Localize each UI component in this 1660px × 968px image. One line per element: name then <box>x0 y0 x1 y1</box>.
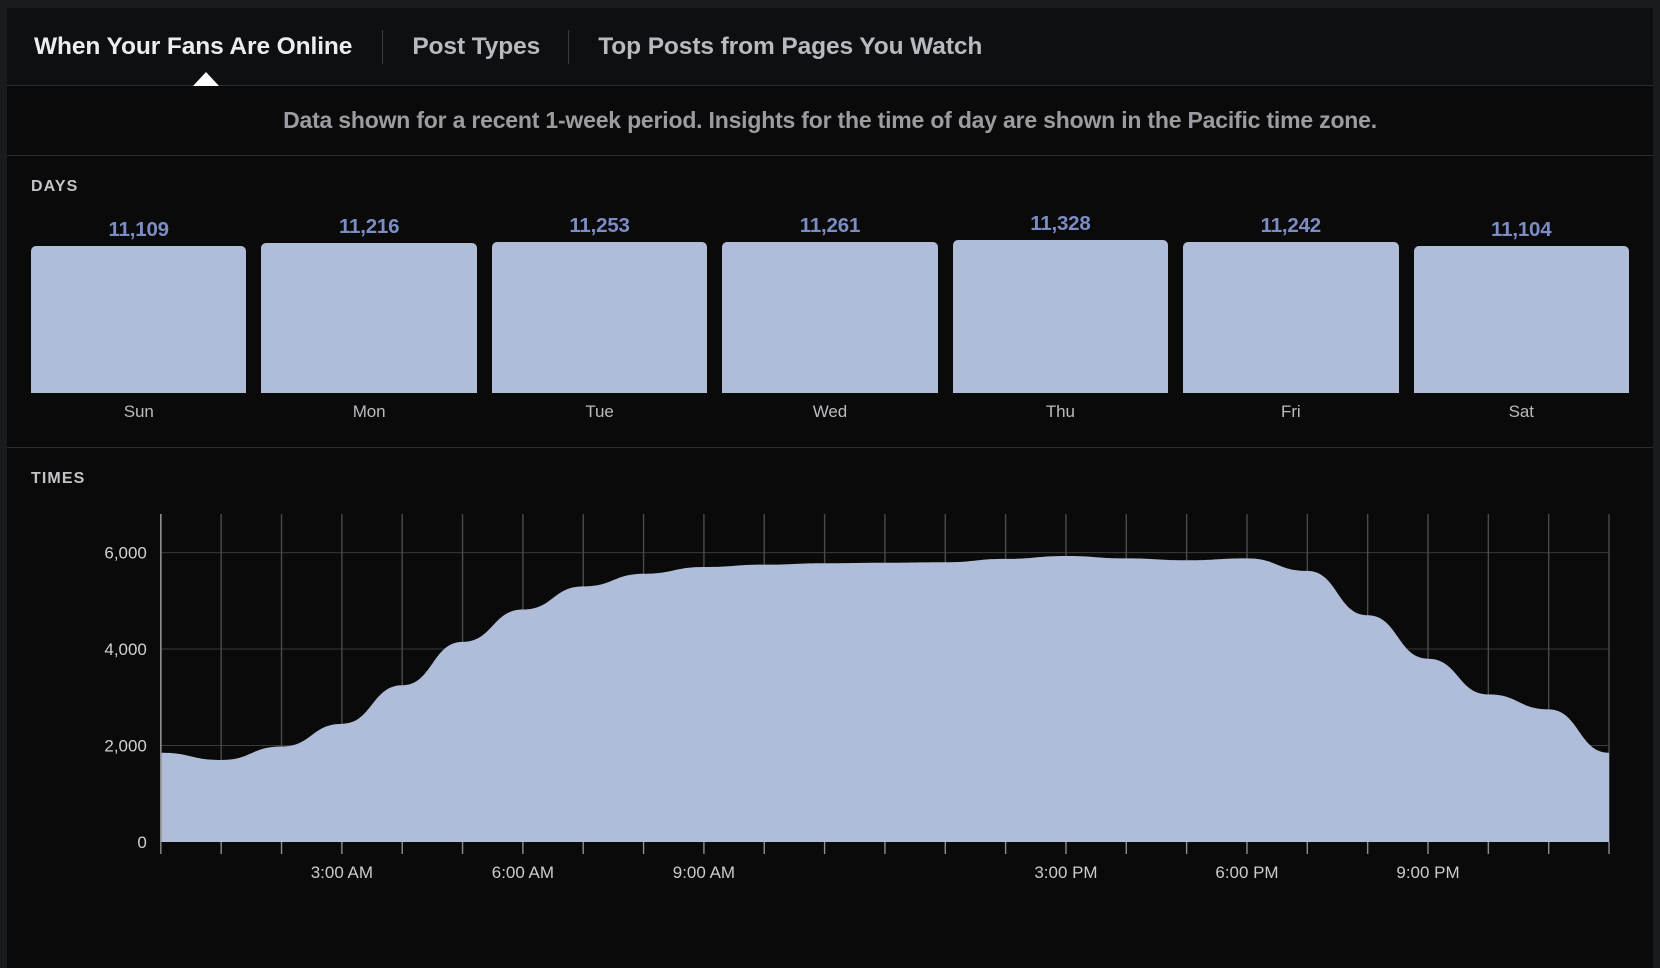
day-name-label: Fri <box>1281 402 1301 421</box>
day-name-label: Tue <box>585 402 614 421</box>
tab-label: Top Posts from Pages You Watch <box>598 32 983 60</box>
day-value-label: 11,104 <box>1491 218 1552 241</box>
tab-bar: When Your Fans Are Online Post Types Top… <box>7 8 1653 86</box>
day-name-label: Wed <box>812 402 848 421</box>
day-bar[interactable] <box>1413 246 1629 393</box>
day-bar[interactable] <box>722 241 938 393</box>
window-frame-left <box>0 8 7 968</box>
content-area: When Your Fans Are Online Post Types Top… <box>7 8 1653 968</box>
y-axis-tick-label: 0 <box>137 833 146 852</box>
y-axis-tick-label: 6,000 <box>104 544 146 563</box>
y-axis-tick-label: 4,000 <box>104 640 146 659</box>
day-value-label: 11,328 <box>1030 212 1091 235</box>
day-value-label: 11,253 <box>569 214 630 238</box>
day-column[interactable]: 11,104 Sat <box>1413 206 1629 422</box>
app-window: When Your Fans Are Online Post Types Top… <box>0 0 1660 968</box>
day-bar[interactable] <box>31 245 247 393</box>
day-column[interactable]: 11,109 Sun <box>31 206 247 422</box>
x-axis-tick-label: 9:00 PM <box>1396 863 1459 882</box>
y-axis-tick-label: 2,000 <box>104 737 146 756</box>
x-axis-tick-label: 9:00 AM <box>673 863 735 882</box>
times-area-chart: 0 2,000 4,000 6,000 3:00 AM 6:00 AM 9:00 AM 3:0… <box>31 502 1629 902</box>
tab-label: Post Types <box>412 32 541 60</box>
days-section: DAYS 11,109 Sun 11,216 Mon 11,253 Tue 11,261 We… <box>7 156 1653 448</box>
day-bar[interactable] <box>952 240 1169 393</box>
tab-top-posts-from-pages-you-watch[interactable]: Top Posts from Pages You Watch <box>568 8 1010 86</box>
subtitle-banner: Data shown for a recent 1-week period. I… <box>7 86 1653 156</box>
day-value-label: 11,242 <box>1260 214 1322 238</box>
days-section-label: DAYS <box>31 178 79 195</box>
times-section-label: TIMES <box>31 470 86 487</box>
times-section: TIMES 0 2,000 4,000 6,000 3:00 AM 6:00 AM 9:00… <box>7 448 1653 968</box>
day-bar[interactable] <box>1183 242 1399 393</box>
day-column[interactable]: 11,253 Tue <box>491 206 708 422</box>
day-name-label: Thu <box>1045 402 1075 421</box>
x-axis-tick-label: 3:00 AM <box>311 863 373 882</box>
times-chart-svg: 0 2,000 4,000 6,000 3:00 AM 6:00 AM 9:00 AM 3:0… <box>104 514 1610 882</box>
day-column[interactable]: 11,216 Mon <box>261 206 477 422</box>
day-bar[interactable] <box>261 243 477 393</box>
day-value-label: 11,109 <box>108 217 170 241</box>
x-axis-tick-label: 6:00 AM <box>492 863 554 882</box>
window-frame-right <box>1653 8 1660 968</box>
subtitle-text: Data shown for a recent 1-week period. I… <box>283 107 1377 133</box>
day-name-label: Sun <box>123 402 154 421</box>
day-bar[interactable] <box>491 242 708 393</box>
tab-when-your-fans-are-online[interactable]: When Your Fans Are Online <box>34 8 382 86</box>
days-bar-chart: 11,109 Sun 11,216 Mon 11,253 Tue 11,261 Wed 11,3… <box>31 206 1629 422</box>
day-value-label: 11,216 <box>338 215 400 238</box>
tab-post-types[interactable]: Post Types <box>382 8 568 86</box>
day-column[interactable]: 11,261 Wed <box>722 206 938 422</box>
day-value-label: 11,261 <box>799 213 861 237</box>
x-axis-tick-label: 6:00 PM <box>1215 863 1278 882</box>
day-name-label: Mon <box>352 402 386 421</box>
times-area-series <box>160 555 1610 842</box>
x-axis-tick-label: 3:00 PM <box>1034 863 1097 882</box>
day-name-label: Sat <box>1508 402 1534 421</box>
day-column[interactable]: 11,328 Thu <box>952 206 1169 422</box>
tab-label: When Your Fans Are Online <box>34 32 353 60</box>
day-column[interactable]: 11,242 Fri <box>1183 206 1399 422</box>
